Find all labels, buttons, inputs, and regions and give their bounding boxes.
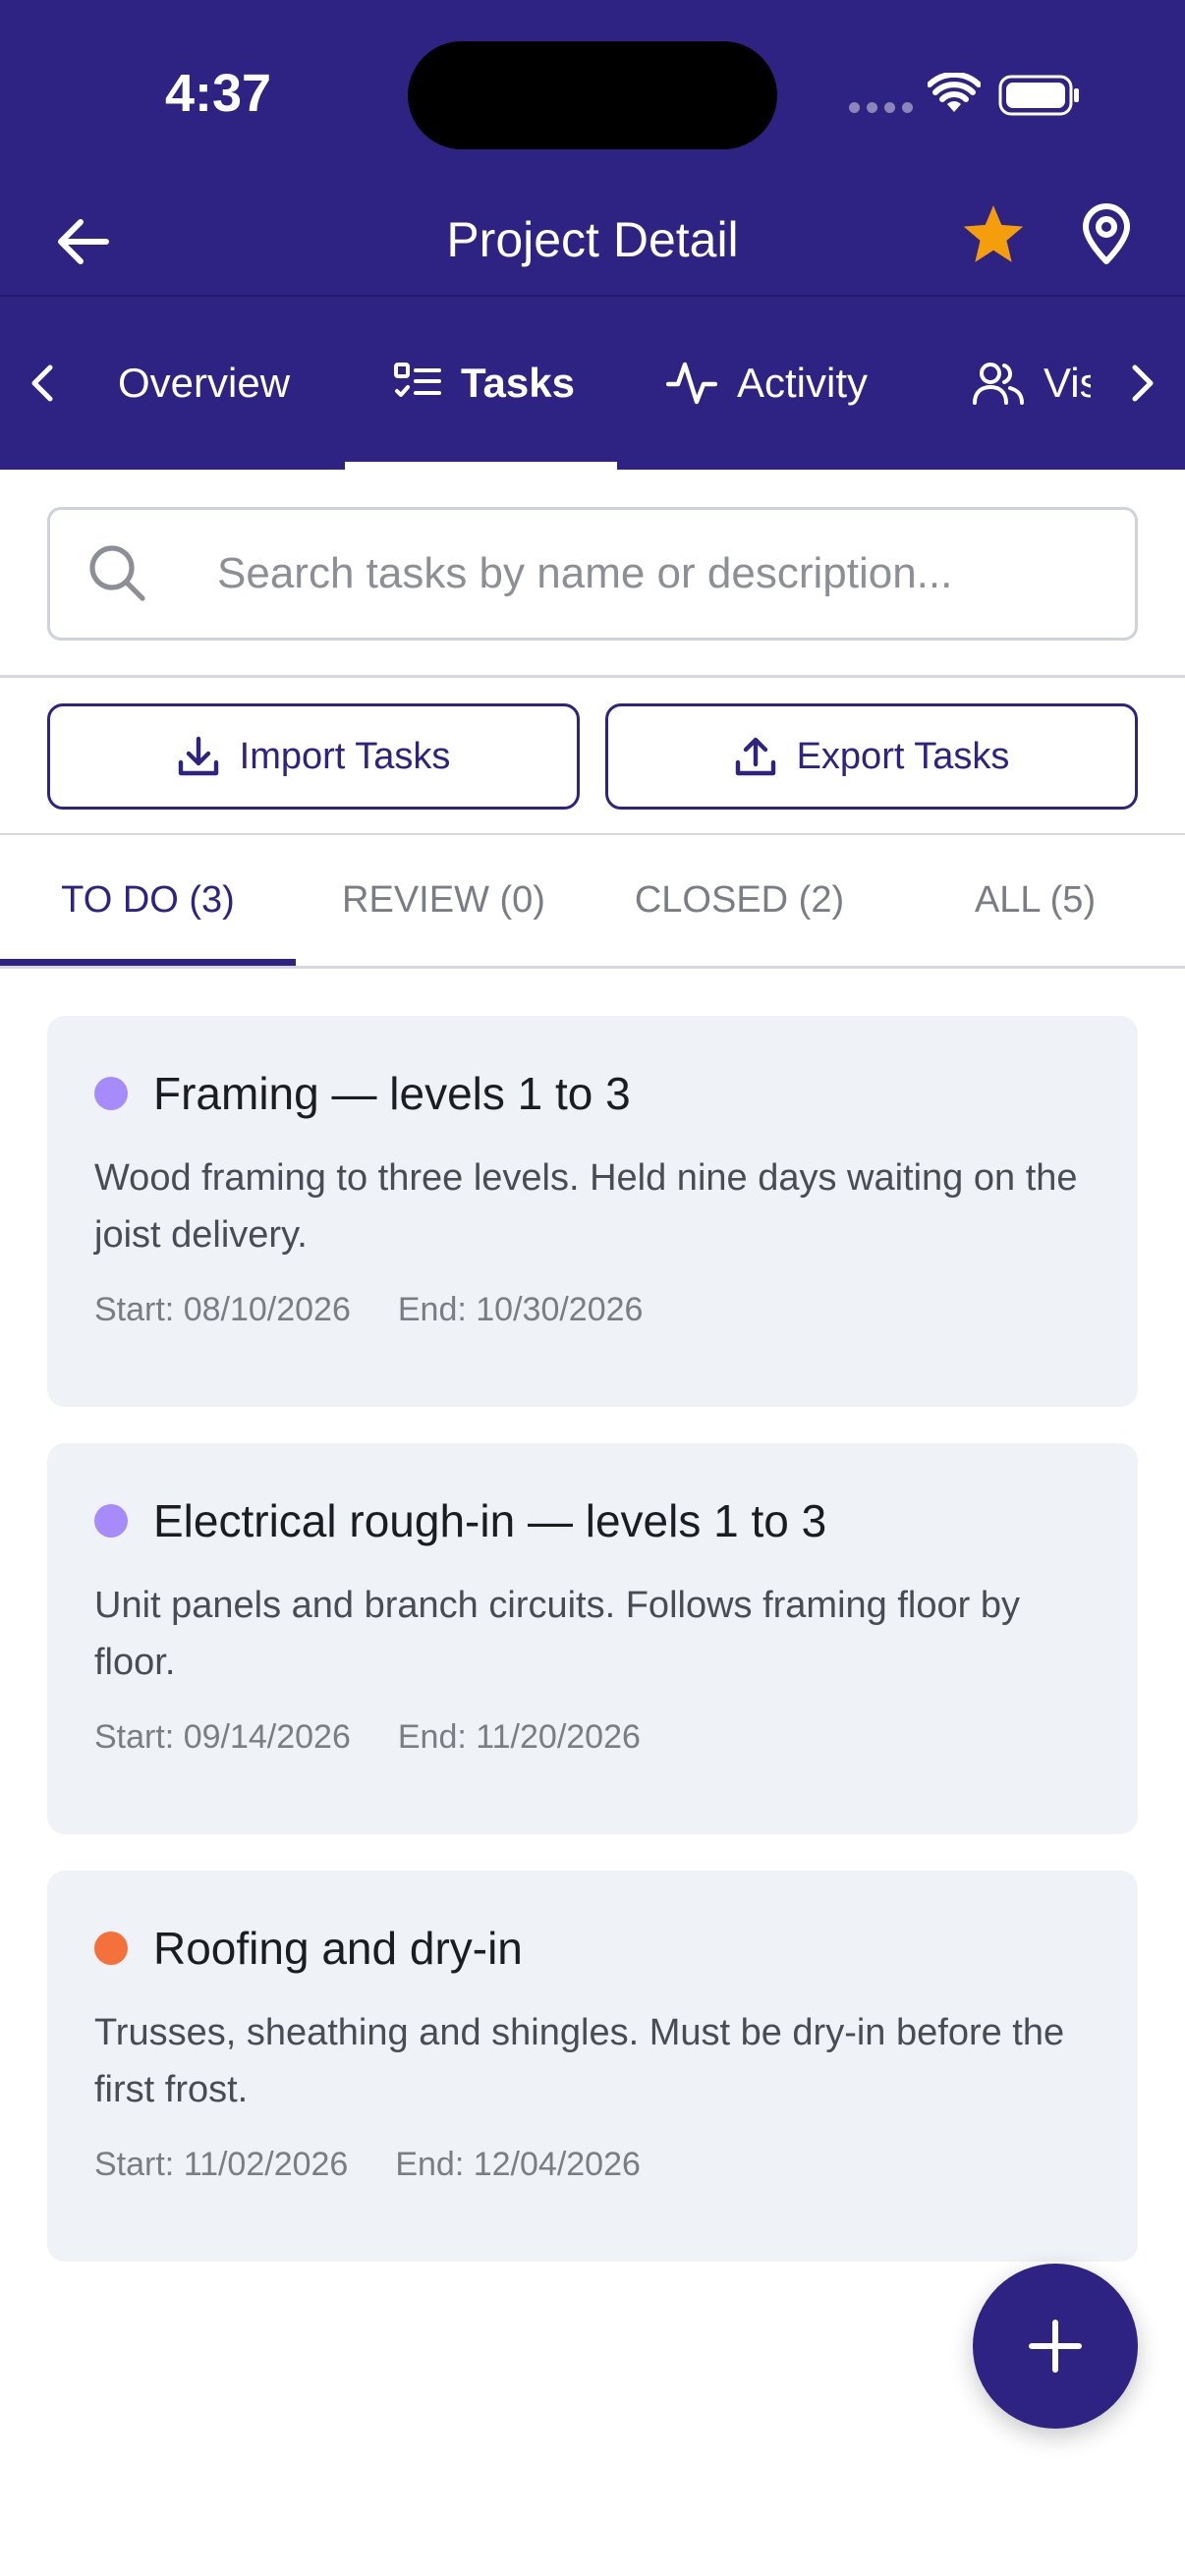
location-button[interactable] xyxy=(1071,198,1142,269)
tabs-scroll-left-button[interactable] xyxy=(18,356,67,411)
chevron-left-icon xyxy=(31,364,53,402)
task-title: Electrical rough-in — levels 1 to 3 xyxy=(153,1495,827,1546)
task-header: Roofing and dry-in xyxy=(94,1922,523,1975)
tab-label: Tasks xyxy=(461,360,575,406)
task-header: Electrical rough-in — levels 1 to 3 xyxy=(94,1494,826,1547)
task-description: Wood framing to three levels. Held nine … xyxy=(94,1157,1078,1256)
task-dates: Start: 08/10/2026 End: 10/30/2026 xyxy=(94,1291,643,1329)
export-tasks-button[interactable]: Export Tasks xyxy=(605,703,1138,810)
add-task-button[interactable] xyxy=(973,2264,1138,2429)
search-section xyxy=(0,470,1185,678)
battery-icon xyxy=(998,75,1081,121)
search-input[interactable] xyxy=(217,510,1111,638)
tab-visitors[interactable]: Visitors xyxy=(973,297,1091,470)
tab-activity[interactable]: Activity xyxy=(666,297,868,470)
task-end-date: End: 12/04/2026 xyxy=(395,2146,641,2183)
task-dates: Start: 11/02/2026 End: 12/04/2026 xyxy=(94,2146,641,2184)
task-card[interactable]: Framing — levels 1 to 3 Wood framing to … xyxy=(47,1016,1138,1407)
tab-overview[interactable]: Overview xyxy=(118,297,290,470)
task-actions: Import Tasks Export Tasks xyxy=(0,678,1185,835)
users-icon xyxy=(973,362,1024,405)
nav-header: Project Detail xyxy=(0,187,1185,297)
priority-dot xyxy=(94,1932,128,1965)
section-tabs: Overview Tasks Activity Visitors xyxy=(0,297,1185,470)
activity-icon xyxy=(666,361,717,406)
task-header: Framing — levels 1 to 3 xyxy=(94,1067,631,1120)
task-list: Framing — levels 1 to 3 Wood framing to … xyxy=(47,1016,1138,2298)
task-title: Framing — levels 1 to 3 xyxy=(153,1068,631,1119)
tab-todo[interactable]: TO DO (3) xyxy=(0,835,296,966)
task-start-date: Start: 09/14/2026 xyxy=(94,1718,351,1756)
tab-label: Overview xyxy=(118,360,291,406)
task-dates: Start: 09/14/2026 End: 11/20/2026 xyxy=(94,1718,641,1757)
priority-dot xyxy=(94,1504,128,1538)
tab-closed[interactable]: CLOSED (2) xyxy=(592,835,887,966)
active-status-indicator xyxy=(0,959,296,966)
import-tasks-label: Import Tasks xyxy=(239,735,451,777)
task-card[interactable]: Electrical rough-in — levels 1 to 3 Unit… xyxy=(47,1443,1138,1834)
map-pin-icon xyxy=(1083,203,1130,264)
task-title: Roofing and dry-in xyxy=(153,1923,523,1974)
tabs-viewport: Overview Tasks Activity Visitors xyxy=(79,297,1091,470)
status-bar: 4:37 xyxy=(0,0,1185,187)
cellular-signal-icon xyxy=(849,102,913,113)
plus-icon xyxy=(1029,2320,1082,2373)
task-start-date: Start: 08/10/2026 xyxy=(94,1291,351,1328)
chevron-right-icon xyxy=(1132,364,1154,402)
status-filter-tabs: TO DO (3) REVIEW (0) CLOSED (2) ALL (5) xyxy=(0,835,1185,969)
tab-all[interactable]: ALL (5) xyxy=(887,835,1183,966)
download-icon xyxy=(177,735,220,778)
task-start-date: Start: 11/02/2026 xyxy=(94,2146,349,2183)
import-tasks-button[interactable]: Import Tasks xyxy=(47,703,580,810)
tab-label: Visitors xyxy=(1044,360,1091,406)
dynamic-island xyxy=(408,41,777,149)
app-header: 4:37 Project Detail Overview Tasks Activ… xyxy=(0,0,1185,470)
task-end-date: End: 10/30/2026 xyxy=(397,1291,644,1328)
tabs-scroll-right-button[interactable] xyxy=(1118,356,1167,411)
priority-dot xyxy=(94,1077,128,1110)
task-description: Trusses, sheathing and shingles. Must be… xyxy=(94,2012,1065,2110)
export-tasks-label: Export Tasks xyxy=(796,735,1010,777)
wifi-icon xyxy=(927,71,982,119)
active-tab-indicator xyxy=(345,462,617,470)
upload-icon xyxy=(734,735,777,778)
task-end-date: End: 11/20/2026 xyxy=(397,1718,641,1756)
search-icon xyxy=(89,545,145,601)
favorite-button[interactable] xyxy=(958,198,1029,269)
tab-review[interactable]: REVIEW (0) xyxy=(296,835,592,966)
tab-tasks[interactable]: Tasks xyxy=(394,297,575,470)
search-box xyxy=(47,507,1138,641)
tab-label: Activity xyxy=(737,360,869,406)
status-time: 4:37 xyxy=(165,64,272,123)
checklist-icon xyxy=(394,362,441,405)
star-icon xyxy=(963,205,1024,262)
task-description: Unit panels and branch circuits. Follows… xyxy=(94,1585,1020,1683)
task-card[interactable]: Roofing and dry-in Trusses, sheathing an… xyxy=(47,1871,1138,2262)
